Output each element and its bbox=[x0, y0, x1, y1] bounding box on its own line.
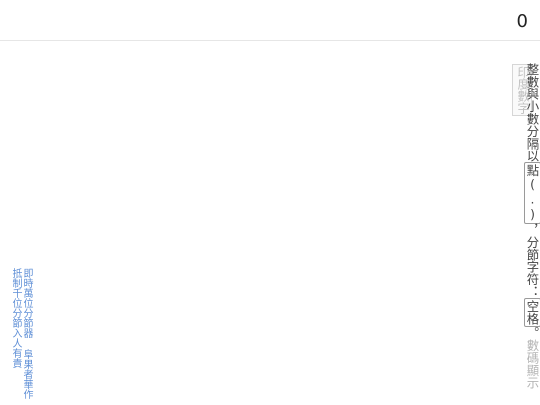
decimal-point-key: 點(.) bbox=[524, 162, 540, 224]
instructions-part2: ，分節字符： bbox=[525, 223, 540, 299]
instructions-part3: 。 bbox=[525, 326, 540, 340]
space-key: 空格 bbox=[524, 298, 540, 327]
instructions-text: 整數與小數分隔以點(.)，分節字符：空格。數碼顯示 bbox=[524, 63, 540, 389]
credits-line-1: 即時萬位分節器 阜果者華作 bbox=[21, 268, 32, 399]
number-display: 0 bbox=[516, 11, 528, 32]
credits-line-2: 抵制千位分節入人有責 bbox=[10, 268, 21, 368]
instructions-part1: 整數與小數分隔以 bbox=[525, 63, 540, 163]
display-hint: 數碼顯示 bbox=[525, 339, 540, 389]
top-bar: 0 bbox=[0, 0, 540, 41]
